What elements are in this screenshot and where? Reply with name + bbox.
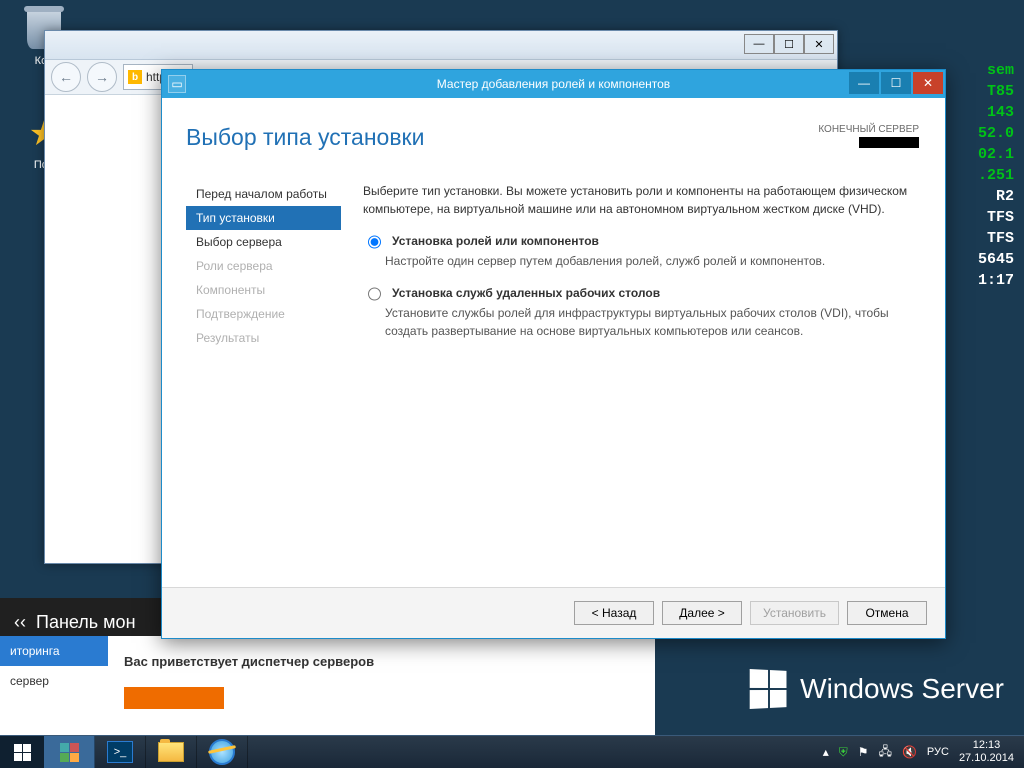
bginfo-line: R2	[978, 186, 1014, 207]
install-type-desc: Настройте один сервер путем добавления р…	[385, 252, 921, 270]
windows-brand-text: Windows Server	[800, 673, 1004, 705]
ie-minimize-button[interactable]: —	[744, 34, 774, 54]
bginfo-line: sem	[978, 60, 1014, 81]
windows-logo-icon	[750, 669, 787, 709]
bginfo-line: TFS	[978, 207, 1014, 228]
desktop: Кор ★ Пол semT8514352.002.1.251R2TFSTFS5…	[0, 0, 1024, 768]
powershell-icon: >_	[107, 741, 133, 763]
wizard-dest-server-redacted	[859, 137, 919, 148]
system-tray: ▴ ⛨ ⚑ 🖧 🔇 РУС 12:13 27.10.2014	[813, 736, 1024, 768]
wizard-close-button[interactable]: ✕	[913, 72, 943, 94]
wizard-dest-label: КОНЕЧНЫЙ СЕРВЕР	[818, 124, 919, 135]
wizard-step[interactable]: Выбор сервера	[186, 230, 341, 254]
dashboard-quickstart-tile[interactable]	[124, 687, 224, 709]
ie-icon	[209, 739, 235, 765]
dashboard-sidebar-monitoring[interactable]: иторинга	[0, 636, 108, 666]
install-type-option[interactable]: Установка служб удаленных рабочих столов	[363, 284, 921, 302]
ie-close-button[interactable]: ✕	[804, 34, 834, 54]
file-explorer-icon	[158, 742, 184, 762]
ie-maximize-button[interactable]: ☐	[774, 34, 804, 54]
windows-start-icon	[14, 744, 31, 761]
tray-network-icon[interactable]: 🖧	[879, 742, 892, 763]
install-type-option[interactable]: Установка ролей или компонентов	[363, 232, 921, 250]
install-type-desc: Установите службы ролей для инфраструкту…	[385, 304, 921, 340]
bginfo-line: 143	[978, 102, 1014, 123]
tray-sound-icon[interactable]: 🔇	[902, 745, 917, 759]
bing-icon: b	[128, 70, 142, 84]
wizard-content: Выберите тип установки. Вы можете устано…	[363, 182, 921, 582]
wizard-destination: КОНЕЧНЫЙ СЕРВЕР	[818, 124, 919, 151]
tray-chevron-icon[interactable]: ▴	[823, 745, 829, 759]
tray-shield-icon[interactable]: ⛨	[839, 745, 848, 760]
bginfo-line: T85	[978, 81, 1014, 102]
wizard-step: Компоненты	[186, 278, 341, 302]
start-button[interactable]	[0, 736, 44, 768]
server-manager-icon	[60, 743, 79, 762]
install-type-title: Установка служб удаленных рабочих столов	[392, 284, 660, 302]
install-type-radio[interactable]	[368, 234, 381, 250]
tray-flag-icon[interactable]: ⚑	[858, 745, 869, 759]
bginfo-line: 02.1	[978, 144, 1014, 165]
wizard-minimize-button[interactable]: —	[849, 72, 879, 94]
wizard-back-button[interactable]: < Назад	[574, 601, 654, 625]
wizard-footer: < Назад Далее > Установить Отмена	[162, 587, 945, 638]
wizard-step[interactable]: Тип установки	[186, 206, 341, 230]
dashboard-sidebar-server[interactable]: сервер	[0, 666, 108, 696]
bginfo-line: TFS	[978, 228, 1014, 249]
taskbar: >_ ▴ ⛨ ⚑ 🖧 🔇 РУС 12:13 27.10.2014	[0, 735, 1024, 768]
windows-brand: Windows Server	[750, 670, 1004, 708]
install-type-radio[interactable]	[368, 286, 381, 302]
wizard-heading: Выбор типа установки	[186, 124, 921, 151]
tray-language[interactable]: РУС	[927, 746, 949, 758]
wizard-titlebar[interactable]: ▭ Мастер добавления ролей и компонентов …	[162, 70, 945, 98]
ie-forward-button[interactable]: →	[87, 62, 117, 92]
add-roles-wizard-window: ▭ Мастер добавления ролей и компонентов …	[161, 69, 946, 639]
wizard-title-icon: ▭	[168, 75, 186, 93]
wizard-step: Подтверждение	[186, 302, 341, 326]
wizard-step: Роли сервера	[186, 254, 341, 278]
wizard-maximize-button[interactable]: ☐	[881, 72, 911, 94]
taskbar-server-manager[interactable]	[44, 736, 95, 768]
wizard-cancel-button[interactable]: Отмена	[847, 601, 927, 625]
tray-date: 27.10.2014	[959, 752, 1014, 765]
bginfo-line: .251	[978, 165, 1014, 186]
taskbar-powershell[interactable]: >_	[95, 736, 146, 768]
wizard-intro: Выберите тип установки. Вы можете устано…	[363, 182, 921, 218]
wizard-title: Мастер добавления ролей и компонентов	[437, 77, 670, 91]
bginfo-line: 5645	[978, 249, 1014, 270]
wizard-install-button: Установить	[750, 601, 839, 625]
bginfo-overlay: semT8514352.002.1.251R2TFSTFS56451:17	[978, 60, 1014, 291]
wizard-step[interactable]: Перед началом работы	[186, 182, 341, 206]
wizard-step: Результаты	[186, 326, 341, 350]
bginfo-line: 52.0	[978, 123, 1014, 144]
install-type-title: Установка ролей или компонентов	[392, 232, 599, 250]
ie-titlebar[interactable]: — ☐ ✕	[45, 31, 837, 60]
tray-time: 12:13	[959, 739, 1014, 752]
wizard-next-button[interactable]: Далее >	[662, 601, 742, 625]
bginfo-line: 1:17	[978, 270, 1014, 291]
taskbar-explorer[interactable]	[146, 736, 197, 768]
ie-back-button[interactable]: ←	[51, 62, 81, 92]
dashboard-back-icon[interactable]: ‹‹	[14, 612, 26, 633]
dashboard-title: Панель мон	[36, 612, 136, 633]
dashboard-welcome: Вас приветствует диспетчер серверов	[124, 654, 632, 669]
wizard-steps: Перед началом работыТип установкиВыбор с…	[186, 182, 341, 582]
dashboard-sidebar: иторинга сервер	[0, 636, 108, 736]
tray-clock[interactable]: 12:13 27.10.2014	[959, 739, 1014, 764]
taskbar-ie[interactable]	[197, 736, 248, 768]
